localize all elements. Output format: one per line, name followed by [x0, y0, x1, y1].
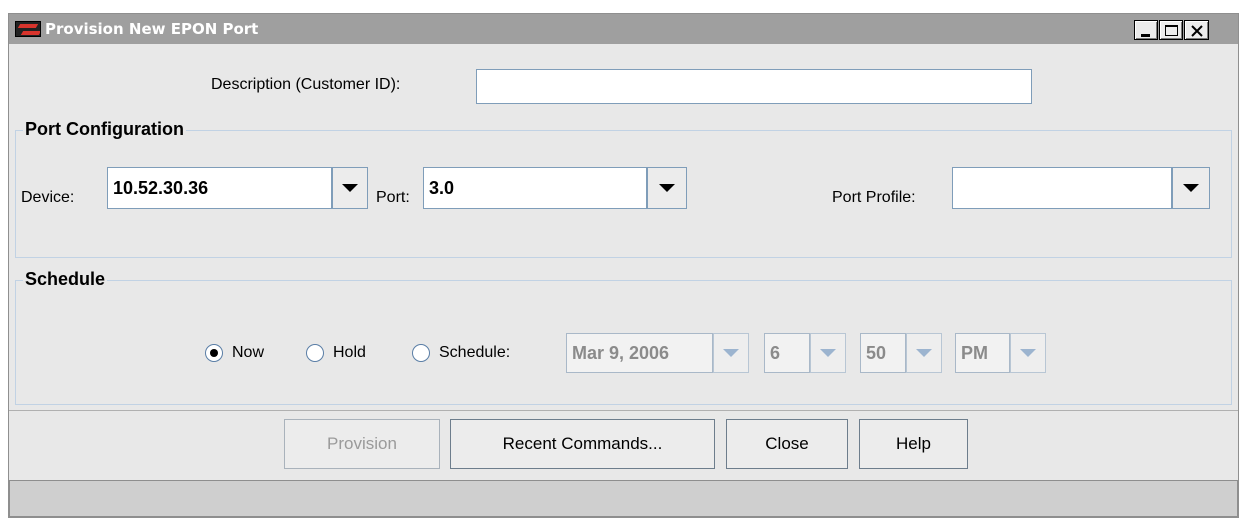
port-profile-combo-field[interactable]	[952, 167, 1172, 209]
minimize-icon[interactable]	[1134, 20, 1158, 40]
close-button[interactable]: Close	[726, 419, 848, 469]
recent-commands-button[interactable]: Recent Commands...	[450, 419, 715, 469]
schedule-hour-dropdown[interactable]	[810, 333, 846, 373]
schedule-minute-dropdown[interactable]	[906, 333, 942, 373]
app-logo-icon	[15, 21, 41, 37]
schedule-hour-field[interactable]: 6	[764, 333, 810, 373]
title-bar[interactable]: Provision New EPON Port	[9, 14, 1238, 44]
description-label: Description (Customer ID):	[211, 76, 401, 93]
chevron-down-icon	[723, 349, 739, 357]
chevron-down-icon	[820, 349, 836, 357]
window-title: Provision New EPON Port	[45, 20, 259, 38]
provision-button[interactable]: Provision	[284, 419, 440, 469]
description-input[interactable]	[476, 69, 1032, 104]
port-dropdown-button[interactable]	[647, 167, 687, 209]
dialog-window: Provision New EPON Port Description (Cus…	[8, 13, 1239, 518]
radio-now[interactable]	[205, 344, 223, 362]
chevron-down-icon	[1183, 184, 1199, 192]
chevron-down-icon	[1020, 349, 1036, 357]
chevron-down-icon	[659, 184, 675, 192]
radio-hold-label[interactable]: Hold	[333, 344, 366, 362]
radio-schedule-label[interactable]: Schedule:	[439, 344, 510, 362]
status-bar	[9, 480, 1238, 517]
device-combo-field[interactable]: 10.52.30.36	[107, 167, 332, 209]
device-label: Device:	[21, 189, 75, 206]
port-label: Port:	[376, 189, 410, 206]
schedule-date-dropdown[interactable]	[713, 333, 749, 373]
schedule-ampm-field[interactable]: PM	[955, 333, 1010, 373]
schedule-minute-field[interactable]: 50	[860, 333, 906, 373]
close-icon[interactable]	[1184, 20, 1209, 40]
port-configuration-title: Port Configuration	[23, 119, 186, 140]
help-button[interactable]: Help	[859, 419, 968, 469]
chevron-down-icon	[916, 349, 932, 357]
separator	[9, 410, 1238, 411]
schedule-title: Schedule	[23, 269, 108, 290]
port-profile-label: Port Profile:	[832, 189, 916, 206]
schedule-date-field[interactable]: Mar 9, 2006	[566, 333, 713, 373]
radio-schedule[interactable]	[412, 344, 430, 362]
schedule-ampm-dropdown[interactable]	[1010, 333, 1046, 373]
maximize-icon[interactable]	[1159, 20, 1183, 40]
radio-hold[interactable]	[306, 344, 324, 362]
port-combo-field[interactable]: 3.0	[423, 167, 647, 209]
radio-selected-dot	[210, 349, 218, 357]
radio-now-label[interactable]: Now	[232, 344, 264, 362]
device-dropdown-button[interactable]	[332, 167, 368, 209]
port-profile-dropdown-button[interactable]	[1172, 167, 1210, 209]
chevron-down-icon	[342, 184, 358, 192]
